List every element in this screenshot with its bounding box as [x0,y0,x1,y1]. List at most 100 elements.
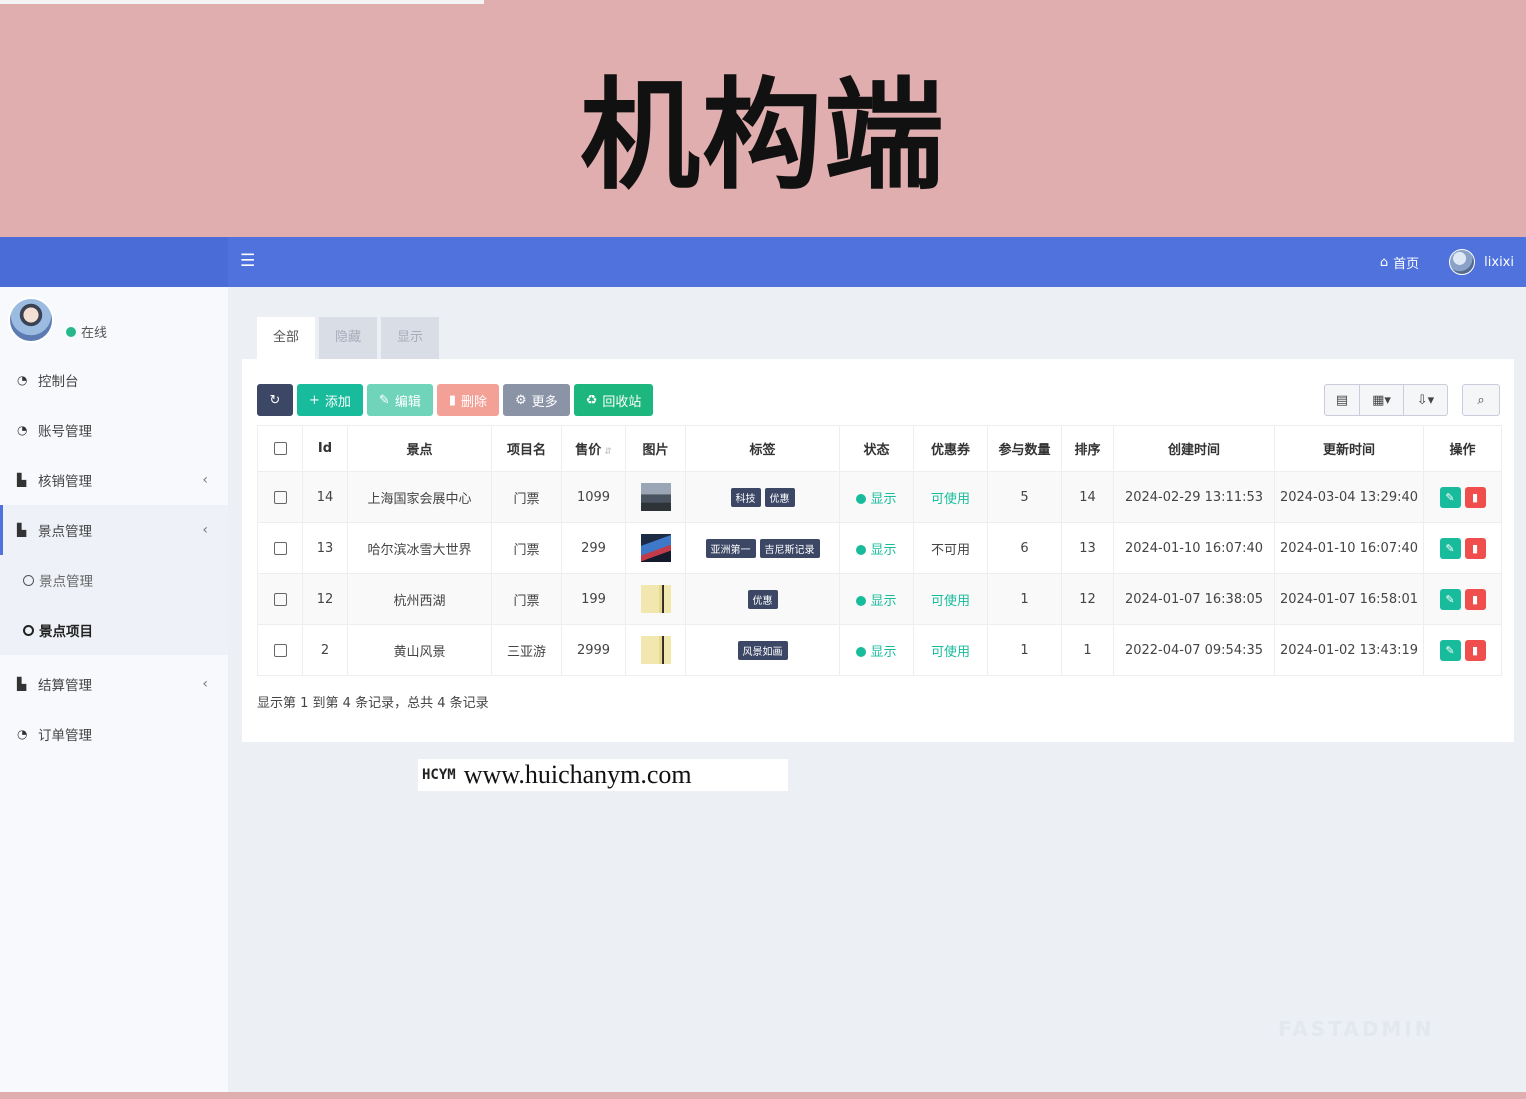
col-id[interactable]: Id [302,425,348,472]
thumbnail-image[interactable] [640,534,671,562]
cell-spot: 上海国家会展中心 [347,471,492,523]
delete-button[interactable]: ▮ 删除 [436,384,500,416]
watermark-logo: HCYM [422,767,456,783]
cell-tags: 风景如画 [685,624,840,676]
sidebar-item-orders[interactable]: ◔ 订单管理 [0,709,228,759]
cell-tags: 科技 优惠 [685,471,840,523]
coupon-status: 可使用 [930,491,970,507]
col-price[interactable]: 售价 ⇵ [561,425,626,472]
table-row[interactable]: 13 哈尔滨冰雪大世界 门票 299 亚洲第一 吉尼斯记录 显示 不可用 6 13… [257,522,1502,574]
cell-updated: 2024-01-07 16:58:01 [1274,573,1424,625]
refresh-button[interactable]: ↻ [257,384,293,416]
row-edit-button[interactable]: ✎ [1439,486,1461,508]
cell-sort: 14 [1061,471,1114,523]
export-icon[interactable]: ⇩▾ [1404,384,1448,416]
coupon-status: 不可用 [930,542,970,558]
col-spot[interactable]: 景点 [347,425,492,472]
user-menu[interactable]: lixixi [1449,249,1514,275]
sidebar-item-label: 结算管理 [38,678,92,694]
plus-icon: + [309,392,320,408]
cell-price: 199 [561,573,626,625]
user-panel: 在线 [8,297,107,343]
cell-sort: 13 [1061,522,1114,574]
sidebar-item-verification[interactable]: ▙ 核销管理 ‹ [0,455,228,505]
cell-spot: 黄山风景 [347,624,492,676]
circle-icon [23,574,34,586]
brand-watermark: FASTADMIN [1278,1017,1435,1041]
tab-all[interactable]: 全部 [257,317,315,359]
row-edit-button[interactable]: ✎ [1439,588,1461,610]
row-checkbox[interactable] [273,592,287,606]
pencil-icon: ✎ [378,392,390,408]
sidebar-item-accounts[interactable]: ◔ 账号管理 [0,405,228,455]
cell-status: 显示 [839,573,914,625]
col-name[interactable]: 项目名 [491,425,562,472]
row-checkbox[interactable] [273,490,287,504]
table-row[interactable]: 2 黄山风景 三亚游 2999 风景如画 显示 可使用 1 1 2022-04-… [257,624,1502,676]
sidebar-item-label: 核销管理 [38,474,92,490]
recycle-bin-button[interactable]: ♻ 回收站 [573,384,654,416]
admin-app: ☰ ⌂ 首页 lixixi 在线 ◔ 控制台 ◔ 账号管理 ▙ 核销管理 ‹ ▙… [0,237,1526,1092]
toolbar: ↻ + 添加 ✎ 编辑 ▮ 删除 ⚙ 更多 ♻ 回收站 [257,384,654,416]
tab-hidden[interactable]: 隐藏 [319,317,377,359]
status-badge: 显示 [870,644,897,660]
thumbnail-image[interactable] [640,636,671,664]
top-right-nav: ⌂ 首页 lixixi [1380,237,1514,287]
select-all-checkbox[interactable] [273,442,287,455]
cell-status: 显示 [839,471,914,523]
table-row[interactable]: 14 上海国家会展中心 门票 1099 科技 优惠 显示 可使用 5 14 202… [257,471,1502,523]
thumbnail-image[interactable] [640,483,671,511]
menu-toggle-icon[interactable]: ☰ [240,251,260,273]
cell-tags: 亚洲第一 吉尼斯记录 [685,522,840,574]
row-checkbox[interactable] [273,643,287,657]
sidebar-item-label: 控制台 [38,374,79,390]
sidebar-item-attractions[interactable]: ▙ 景点管理 ‹ [0,505,228,555]
add-label: 添加 [324,394,351,410]
sidebar-item-dashboard[interactable]: ◔ 控制台 [0,355,228,405]
online-dot-icon [66,326,76,337]
filter-tabs: 全部 隐藏 显示 [257,317,1514,359]
row-delete-button[interactable]: ▮ [1464,537,1486,559]
thumbnail-image[interactable] [640,585,671,613]
cell-image [625,624,686,676]
cell-id: 14 [302,471,348,523]
table-row[interactable]: 12 杭州西湖 门票 199 优惠 显示 可使用 1 12 2024-01-07… [257,573,1502,625]
more-button[interactable]: ⚙ 更多 [503,384,570,416]
dashboard-icon: ◔ [17,373,28,387]
search-icon[interactable]: ⌕ [1462,384,1500,416]
col-tags: 标签 [685,425,840,472]
cell-id: 13 [302,522,348,574]
sidebar-subitem-attraction-projects[interactable]: 景点项目 [0,605,228,655]
status-badge: 显示 [870,491,897,507]
tab-shown[interactable]: 显示 [381,317,439,359]
row-edit-button[interactable]: ✎ [1439,639,1461,661]
row-delete-button[interactable]: ▮ [1464,486,1486,508]
sidebar-item-settlement[interactable]: ▙ 结算管理 ‹ [0,659,228,709]
home-label: 首页 [1393,256,1420,272]
row-edit-button[interactable]: ✎ [1439,537,1461,559]
sidebar-subitem-attraction-manage[interactable]: 景点管理 [0,555,228,605]
cell-coupon: 可使用 [913,471,988,523]
table-tools: ▤ ▦▾ ⇩▾ ⌕ [1324,384,1500,416]
row-delete-button[interactable]: ▮ [1464,639,1486,661]
cell-price: 299 [561,522,626,574]
sidebar-menu: ◔ 控制台 ◔ 账号管理 ▙ 核销管理 ‹ ▙ 景点管理 ‹ 景点管理 景点项目… [0,355,228,759]
cell-updated: 2024-03-04 13:29:40 [1274,471,1424,523]
cell-created: 2022-04-07 09:54:35 [1113,624,1275,676]
cell-price: 2999 [561,624,626,676]
logo-area[interactable] [0,237,228,287]
watermark-url: www.huichanym.com [463,760,692,789]
row-checkbox[interactable] [273,541,287,555]
col-actions: 操作 [1423,425,1502,472]
home-link[interactable]: ⌂ 首页 [1380,253,1419,272]
toggle-view-icon[interactable]: ▤ [1324,384,1360,416]
add-button[interactable]: + 添加 [297,384,363,416]
col-price-label: 售价 [575,443,602,458]
row-delete-button[interactable]: ▮ [1464,588,1486,610]
columns-icon[interactable]: ▦▾ [1360,384,1404,416]
tag-badge: 科技 [730,487,761,507]
edit-button[interactable]: ✎ 编辑 [366,384,433,416]
tag-badge: 风景如画 [737,640,788,660]
site-watermark: HCYM www.huichanym.com [418,759,788,791]
cell-image [625,522,686,574]
